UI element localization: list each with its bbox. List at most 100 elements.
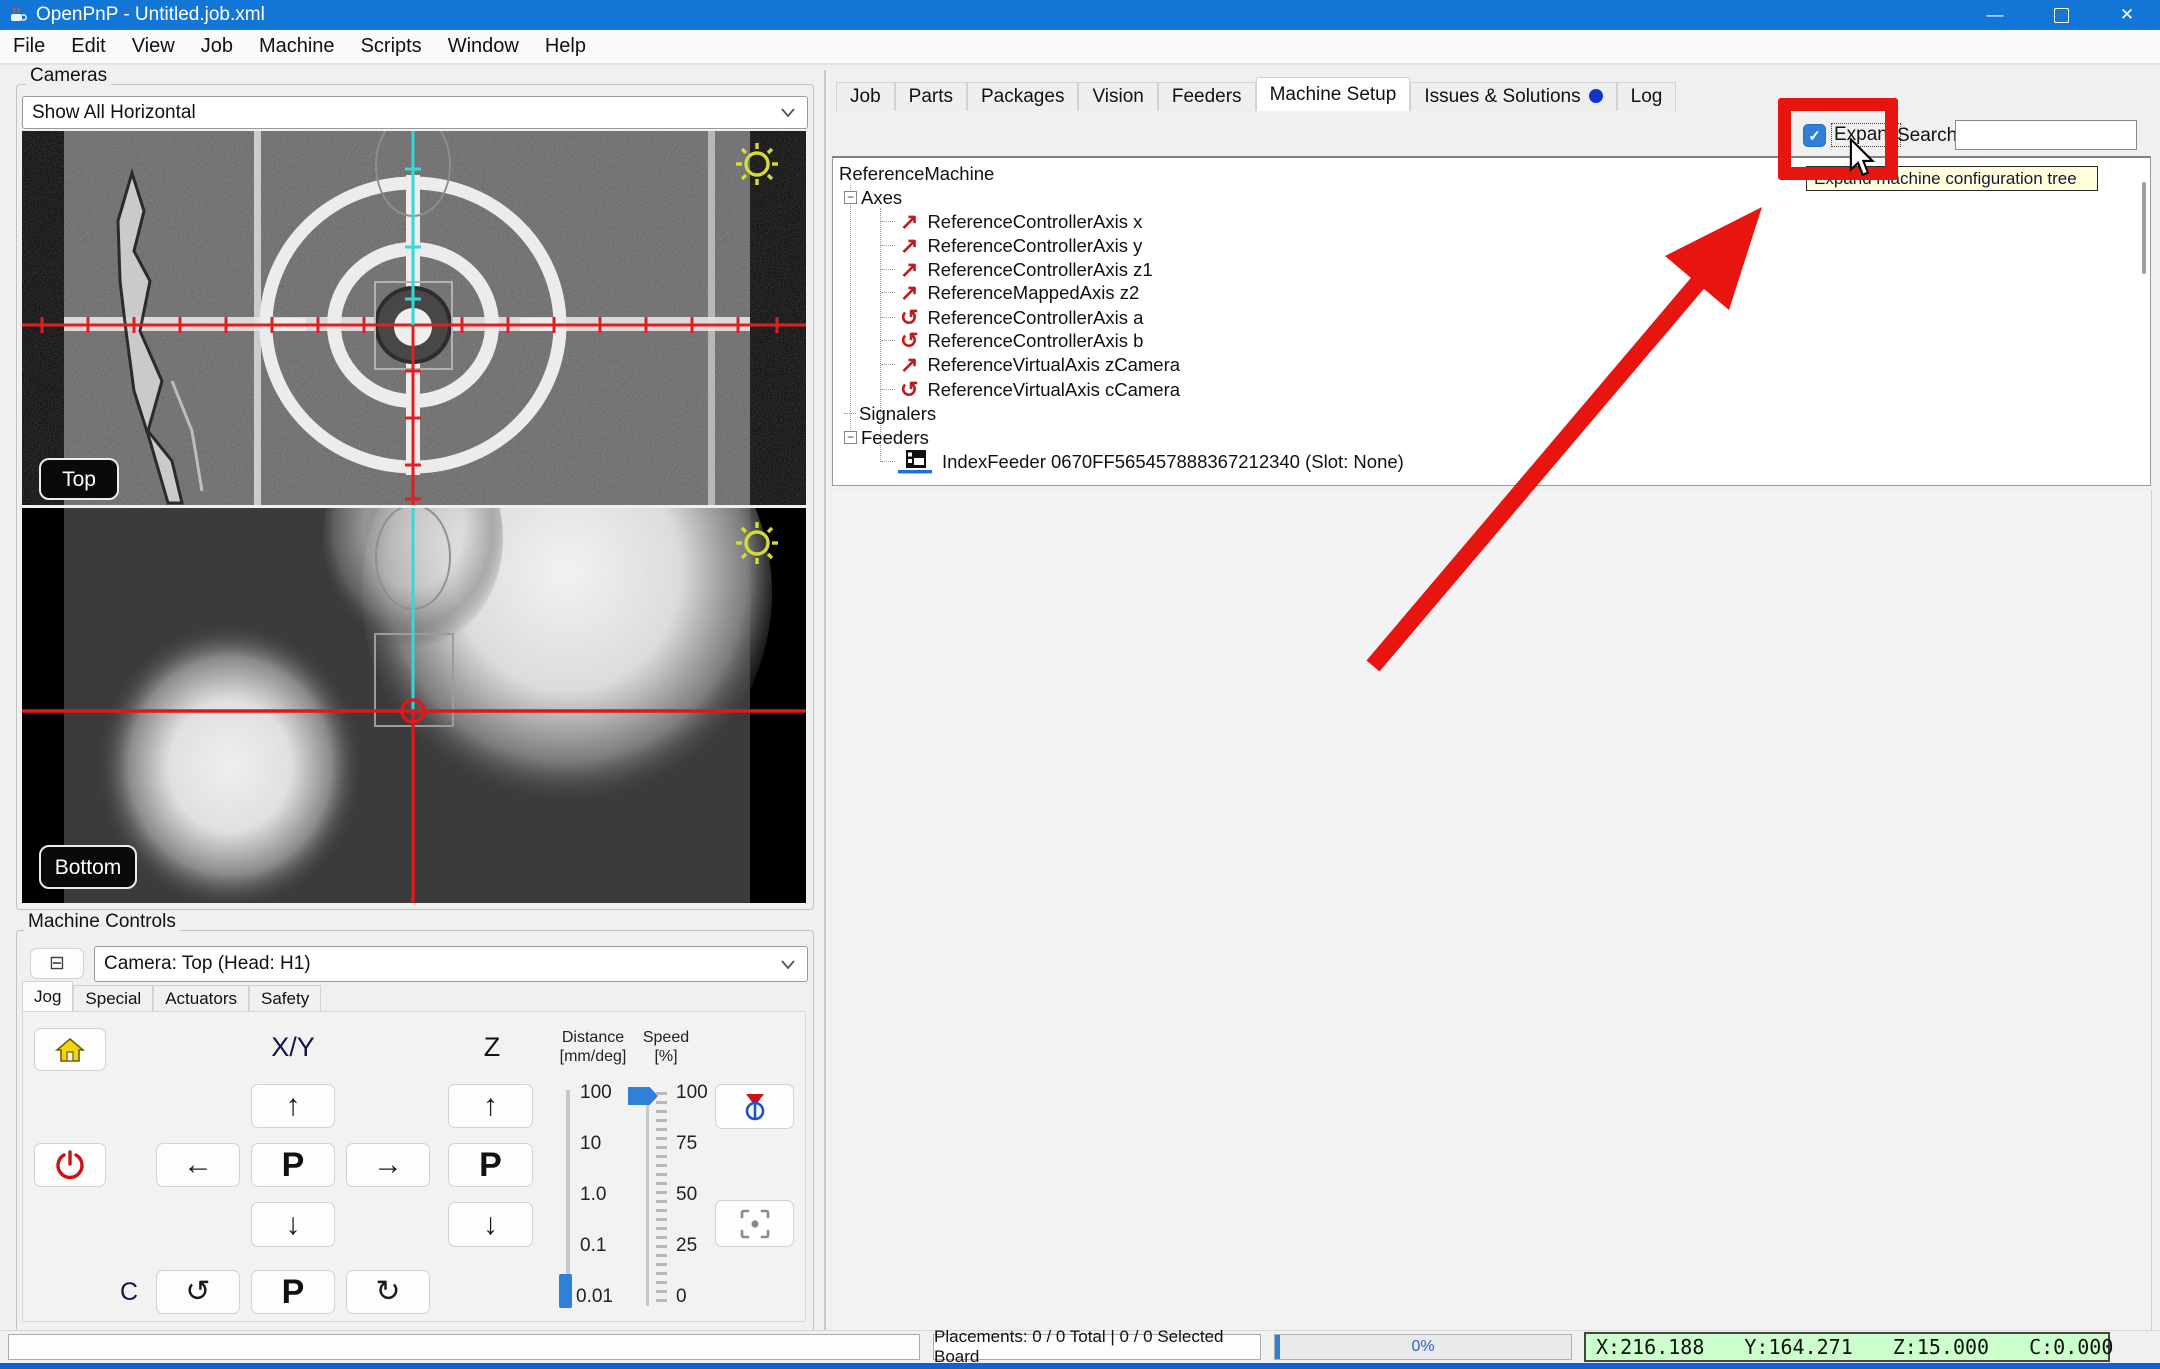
- menu-machine[interactable]: Machine: [246, 31, 348, 62]
- tab-vision[interactable]: Vision: [1078, 82, 1157, 111]
- home-button[interactable]: [34, 1028, 106, 1071]
- rotate-ccw-button[interactable]: ↺: [156, 1270, 240, 1314]
- tab-actuators[interactable]: Actuators: [153, 985, 249, 1011]
- jog-y-minus-button[interactable]: ↓: [251, 1202, 335, 1247]
- tree-row-axis-y[interactable]: ↗ReferenceControllerAxis y: [881, 234, 1142, 257]
- tree-row-feeders[interactable]: − Feeders: [844, 426, 929, 449]
- menu-view[interactable]: View: [119, 31, 188, 62]
- tool-select[interactable]: Camera: Top (Head: H1): [94, 946, 808, 982]
- position-tool-button[interactable]: [715, 1200, 794, 1247]
- jog-x-plus-button[interactable]: →: [346, 1143, 430, 1187]
- collapse-icon: ⊟: [49, 952, 65, 975]
- menu-scripts[interactable]: Scripts: [348, 31, 435, 62]
- collapse-controls-button[interactable]: ⊟: [30, 948, 84, 979]
- camera-view-select[interactable]: Show All Horizontal: [22, 96, 808, 129]
- tab-log[interactable]: Log: [1617, 82, 1677, 111]
- minimize-button[interactable]: —: [1962, 0, 2028, 30]
- tree-label: Feeders: [861, 427, 929, 449]
- collapse-node-icon[interactable]: −: [844, 431, 857, 444]
- window-bottom-edge: [0, 1363, 2160, 1369]
- menu-edit[interactable]: Edit: [58, 31, 118, 62]
- position-camera-xy-button[interactable]: P: [251, 1143, 335, 1187]
- position-camera-c-button[interactable]: P: [251, 1270, 335, 1314]
- collapse-node-icon[interactable]: −: [844, 191, 857, 204]
- power-icon: [55, 1150, 85, 1180]
- tab-parts[interactable]: Parts: [895, 82, 967, 111]
- machine-config-tree[interactable]: ReferenceMachine − Axes ↗ReferenceContro…: [832, 156, 2151, 486]
- tree-row-axis-zcamera[interactable]: ↗ReferenceVirtualAxis zCamera: [881, 353, 1180, 376]
- jog-x-minus-button[interactable]: ←: [156, 1143, 240, 1187]
- camera-top-label: Top: [40, 459, 118, 499]
- rotary-axis-icon: ↺: [900, 379, 918, 401]
- speed-slider-ticks: [656, 1092, 667, 1306]
- park-icon: P: [479, 1148, 502, 1182]
- jog-y-plus-button[interactable]: ↑: [251, 1084, 335, 1128]
- distance-slider-thumb[interactable]: [559, 1274, 572, 1308]
- close-button[interactable]: ✕: [2094, 0, 2160, 30]
- tree-row-axis-z2[interactable]: ↗ReferenceMappedAxis z2: [881, 281, 1139, 304]
- menu-job[interactable]: Job: [188, 31, 246, 62]
- tree-row-root[interactable]: ReferenceMachine: [839, 162, 994, 185]
- tree-scrollbar[interactable]: [2142, 182, 2146, 274]
- c-axis-label: C: [120, 1278, 138, 1307]
- rotate-cw-button[interactable]: ↻: [346, 1270, 430, 1314]
- jog-z-down-button[interactable]: ↓: [448, 1202, 533, 1247]
- home-icon: [55, 1037, 85, 1063]
- panel-splitter[interactable]: [824, 70, 826, 1330]
- dro-c: C:0.000: [2029, 1335, 2113, 1359]
- tab-safety[interactable]: Safety: [249, 985, 321, 1011]
- tree-label: ReferenceVirtualAxis zCamera: [927, 354, 1180, 376]
- title-bar: OpenPnP - Untitled.job.xml — ✕: [0, 0, 2160, 30]
- maximize-button[interactable]: [2028, 0, 2094, 30]
- speed-tick-50: 50: [676, 1184, 697, 1206]
- progress-bar: 0%: [1274, 1334, 1572, 1360]
- power-button[interactable]: [34, 1143, 106, 1187]
- tree-row-indexfeeder[interactable]: IndexFeeder 0670FF565457888367212340 (Sl…: [881, 450, 1404, 473]
- tree-guide-line: [850, 185, 851, 438]
- tree-row-axis-z1[interactable]: ↗ReferenceControllerAxis z1: [881, 258, 1153, 281]
- tool-select-value: Camera: Top (Head: H1): [95, 953, 781, 975]
- tree-label: Signalers: [859, 403, 936, 425]
- app-icon: [8, 5, 28, 25]
- arrow-up-icon: ↑: [286, 1091, 301, 1121]
- tab-machine-setup[interactable]: Machine Setup: [1256, 77, 1411, 111]
- tab-special[interactable]: Special: [73, 985, 153, 1011]
- menu-file[interactable]: File: [0, 31, 58, 62]
- tree-label: ReferenceControllerAxis z1: [927, 259, 1152, 281]
- main-tabs: Job Parts Packages Vision Feeders Machin…: [836, 77, 1676, 111]
- distance-tick-10: 10: [580, 1133, 601, 1155]
- dro-coordinates: X:216.188 Y:164.271 Z:15.000 C:0.000: [1584, 1332, 2110, 1362]
- minimize-icon: —: [1987, 5, 2004, 25]
- tree-row-signalers[interactable]: Signalers: [844, 402, 936, 425]
- tab-job[interactable]: Job: [836, 82, 895, 111]
- camera-view-bottom[interactable]: Bottom: [22, 508, 806, 903]
- search-input[interactable]: [1955, 120, 2137, 150]
- z-axis-label: Z: [452, 1032, 532, 1063]
- tree-row-axis-ccamera[interactable]: ↺ReferenceVirtualAxis cCamera: [881, 378, 1180, 401]
- maximize-icon: [2054, 8, 2069, 23]
- position-camera-z-button[interactable]: P: [448, 1143, 533, 1187]
- rotate-cw-icon: ↻: [375, 1277, 400, 1307]
- camera-bottom-label: Bottom: [40, 846, 136, 888]
- jog-z-up-button[interactable]: ↑: [448, 1084, 533, 1128]
- tree-row-axis-x[interactable]: ↗ReferenceControllerAxis x: [881, 210, 1142, 233]
- machine-controls-tabs: Jog Special Actuators Safety: [22, 984, 321, 1011]
- viewfinder-icon: [740, 1209, 770, 1239]
- tree-label: ReferenceMachine: [839, 163, 994, 185]
- status-message-field: [8, 1334, 920, 1360]
- speed-slider[interactable]: [646, 1090, 649, 1306]
- tree-label: ReferenceControllerAxis x: [927, 211, 1142, 233]
- tab-issues-solutions[interactable]: Issues & Solutions: [1410, 82, 1616, 111]
- tab-feeders[interactable]: Feeders: [1158, 82, 1256, 111]
- camera-view-top[interactable]: Top: [22, 131, 806, 505]
- speed-tick-0: 0: [676, 1286, 687, 1308]
- tab-packages[interactable]: Packages: [967, 82, 1078, 111]
- tree-row-axis-b[interactable]: ↺ReferenceControllerAxis b: [881, 329, 1143, 352]
- menu-help[interactable]: Help: [532, 31, 599, 62]
- tab-jog[interactable]: Jog: [22, 981, 73, 1011]
- menu-window[interactable]: Window: [435, 31, 532, 62]
- tree-row-axis-a[interactable]: ↺ReferenceControllerAxis a: [881, 306, 1143, 329]
- distance-tick-1: 1.0: [580, 1184, 606, 1206]
- park-z-button[interactable]: [715, 1084, 794, 1129]
- tree-row-axes[interactable]: − Axes: [844, 186, 902, 209]
